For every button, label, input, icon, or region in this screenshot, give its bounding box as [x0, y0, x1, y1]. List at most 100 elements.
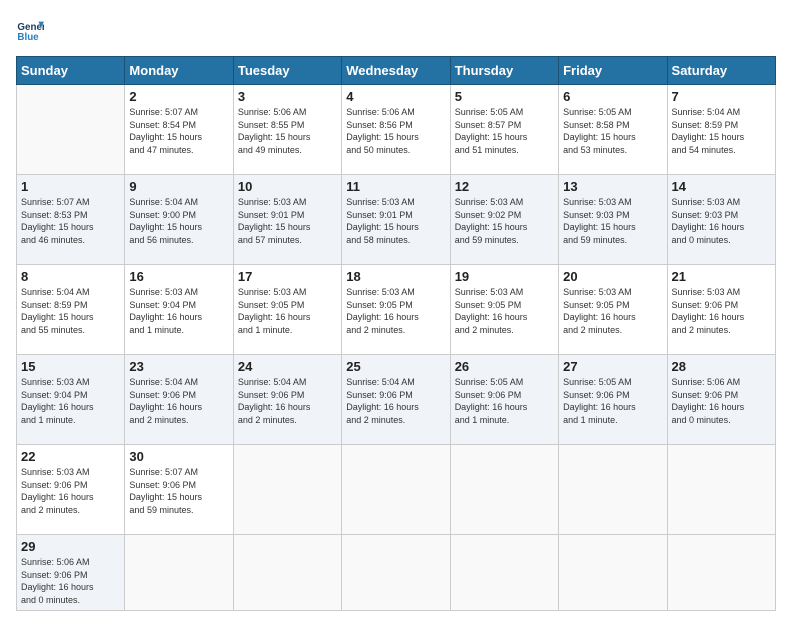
calendar-cell [559, 535, 667, 611]
calendar-header-row: SundayMondayTuesdayWednesdayThursdayFrid… [17, 57, 776, 85]
calendar-cell: 17 Sunrise: 5:03 AM Sunset: 9:05 PM Dayli… [233, 265, 341, 355]
day-number: 20 [563, 269, 662, 284]
day-info: Sunrise: 5:03 AM Sunset: 9:04 PM Dayligh… [21, 376, 120, 426]
day-number: 1 [21, 179, 120, 194]
day-info: Sunrise: 5:03 AM Sunset: 9:03 PM Dayligh… [672, 196, 771, 246]
calendar-cell: 26 Sunrise: 5:05 AM Sunset: 9:06 PM Dayli… [450, 355, 558, 445]
calendar-week-row: 29Sunrise: 5:06 AM Sunset: 9:06 PM Dayli… [17, 535, 776, 611]
calendar-cell [667, 535, 775, 611]
calendar-cell: 15 Sunrise: 5:03 AM Sunset: 9:04 PM Dayli… [17, 355, 125, 445]
calendar-cell: 5Sunrise: 5:05 AM Sunset: 8:57 PM Daylig… [450, 85, 558, 175]
day-info: Sunrise: 5:03 AM Sunset: 9:06 PM Dayligh… [672, 286, 771, 336]
day-number: 5 [455, 89, 554, 104]
calendar-cell [450, 535, 558, 611]
day-number: 3 [238, 89, 337, 104]
day-number: 17 [238, 269, 337, 284]
calendar-cell: 10 Sunrise: 5:03 AM Sunset: 9:01 PM Dayli… [233, 175, 341, 265]
calendar-cell [342, 535, 450, 611]
svg-text:Blue: Blue [17, 32, 39, 43]
day-number: 13 [563, 179, 662, 194]
day-number: 11 [346, 179, 445, 194]
day-info: Sunrise: 5:03 AM Sunset: 9:04 PM Dayligh… [129, 286, 228, 336]
day-info: Sunrise: 5:03 AM Sunset: 9:01 PM Dayligh… [238, 196, 337, 246]
calendar-cell: 25 Sunrise: 5:04 AM Sunset: 9:06 PM Dayli… [342, 355, 450, 445]
day-number: 28 [672, 359, 771, 374]
day-info: Sunrise: 5:03 AM Sunset: 9:01 PM Dayligh… [346, 196, 445, 246]
day-number: 29 [21, 539, 120, 554]
day-number: 21 [672, 269, 771, 284]
calendar-cell [450, 445, 558, 535]
day-number: 30 [129, 449, 228, 464]
day-number: 26 [455, 359, 554, 374]
day-number: 23 [129, 359, 228, 374]
calendar-cell [559, 445, 667, 535]
day-info: Sunrise: 5:05 AM Sunset: 9:06 PM Dayligh… [563, 376, 662, 426]
day-info: Sunrise: 5:03 AM Sunset: 9:02 PM Dayligh… [455, 196, 554, 246]
calendar-week-row: 1Sunrise: 5:07 AM Sunset: 8:53 PM Daylig… [17, 175, 776, 265]
calendar-cell: 27 Sunrise: 5:05 AM Sunset: 9:06 PM Dayli… [559, 355, 667, 445]
day-info: Sunrise: 5:03 AM Sunset: 9:05 PM Dayligh… [455, 286, 554, 336]
column-header-wednesday: Wednesday [342, 57, 450, 85]
day-info: Sunrise: 5:05 AM Sunset: 8:58 PM Dayligh… [563, 106, 662, 156]
day-info: Sunrise: 5:04 AM Sunset: 8:59 PM Dayligh… [21, 286, 120, 336]
day-info: Sunrise: 5:04 AM Sunset: 9:00 PM Dayligh… [129, 196, 228, 246]
day-info: Sunrise: 5:06 AM Sunset: 8:55 PM Dayligh… [238, 106, 337, 156]
calendar-cell [233, 445, 341, 535]
day-info: Sunrise: 5:03 AM Sunset: 9:05 PM Dayligh… [346, 286, 445, 336]
day-number: 25 [346, 359, 445, 374]
calendar-cell [667, 445, 775, 535]
calendar-cell: 6Sunrise: 5:05 AM Sunset: 8:58 PM Daylig… [559, 85, 667, 175]
calendar-cell: 23 Sunrise: 5:04 AM Sunset: 9:06 PM Dayli… [125, 355, 233, 445]
day-info: Sunrise: 5:05 AM Sunset: 9:06 PM Dayligh… [455, 376, 554, 426]
day-info: Sunrise: 5:07 AM Sunset: 8:54 PM Dayligh… [129, 106, 228, 156]
day-number: 22 [21, 449, 120, 464]
day-info: Sunrise: 5:03 AM Sunset: 9:06 PM Dayligh… [21, 466, 120, 516]
day-info: Sunrise: 5:04 AM Sunset: 8:59 PM Dayligh… [672, 106, 771, 156]
day-number: 8 [21, 269, 120, 284]
logo-icon: General Blue [16, 16, 44, 44]
calendar-cell: 24Sunrise: 5:04 AM Sunset: 9:06 PM Dayli… [233, 355, 341, 445]
column-header-friday: Friday [559, 57, 667, 85]
day-number: 24 [238, 359, 337, 374]
calendar-cell: 28 Sunrise: 5:06 AM Sunset: 9:06 PM Dayli… [667, 355, 775, 445]
calendar-week-row: 15 Sunrise: 5:03 AM Sunset: 9:04 PM Dayli… [17, 355, 776, 445]
calendar-cell: 11 Sunrise: 5:03 AM Sunset: 9:01 PM Dayli… [342, 175, 450, 265]
calendar-cell: 12 Sunrise: 5:03 AM Sunset: 9:02 PM Dayli… [450, 175, 558, 265]
header: General Blue [16, 16, 776, 44]
calendar-cell [342, 445, 450, 535]
column-header-tuesday: Tuesday [233, 57, 341, 85]
day-info: Sunrise: 5:04 AM Sunset: 9:06 PM Dayligh… [346, 376, 445, 426]
calendar-cell: 3 Sunrise: 5:06 AM Sunset: 8:55 PM Daylig… [233, 85, 341, 175]
day-number: 9 [129, 179, 228, 194]
day-info: Sunrise: 5:03 AM Sunset: 9:05 PM Dayligh… [563, 286, 662, 336]
day-info: Sunrise: 5:03 AM Sunset: 9:05 PM Dayligh… [238, 286, 337, 336]
calendar-cell: 1Sunrise: 5:07 AM Sunset: 8:53 PM Daylig… [17, 175, 125, 265]
calendar-week-row: 22 Sunrise: 5:03 AM Sunset: 9:06 PM Dayli… [17, 445, 776, 535]
day-number: 27 [563, 359, 662, 374]
day-info: Sunrise: 5:06 AM Sunset: 9:06 PM Dayligh… [672, 376, 771, 426]
calendar-cell: 8 Sunrise: 5:04 AM Sunset: 8:59 PM Daylig… [17, 265, 125, 355]
day-number: 14 [672, 179, 771, 194]
day-number: 15 [21, 359, 120, 374]
day-info: Sunrise: 5:04 AM Sunset: 9:06 PM Dayligh… [129, 376, 228, 426]
day-number: 12 [455, 179, 554, 194]
column-header-saturday: Saturday [667, 57, 775, 85]
column-header-sunday: Sunday [17, 57, 125, 85]
column-header-monday: Monday [125, 57, 233, 85]
day-number: 10 [238, 179, 337, 194]
day-number: 2 [129, 89, 228, 104]
day-info: Sunrise: 5:07 AM Sunset: 9:06 PM Dayligh… [129, 466, 228, 516]
calendar-cell [233, 535, 341, 611]
day-number: 19 [455, 269, 554, 284]
calendar-cell: 14 Sunrise: 5:03 AM Sunset: 9:03 PM Dayli… [667, 175, 775, 265]
calendar-cell: 16 Sunrise: 5:03 AM Sunset: 9:04 PM Dayli… [125, 265, 233, 355]
calendar-cell: 29Sunrise: 5:06 AM Sunset: 9:06 PM Dayli… [17, 535, 125, 611]
logo: General Blue [16, 16, 48, 44]
calendar-cell: 7Sunrise: 5:04 AM Sunset: 8:59 PM Daylig… [667, 85, 775, 175]
day-number: 16 [129, 269, 228, 284]
day-info: Sunrise: 5:06 AM Sunset: 8:56 PM Dayligh… [346, 106, 445, 156]
day-info: Sunrise: 5:03 AM Sunset: 9:03 PM Dayligh… [563, 196, 662, 246]
calendar-cell: 18Sunrise: 5:03 AM Sunset: 9:05 PM Dayli… [342, 265, 450, 355]
calendar-cell: 9 Sunrise: 5:04 AM Sunset: 9:00 PM Daylig… [125, 175, 233, 265]
column-header-thursday: Thursday [450, 57, 558, 85]
